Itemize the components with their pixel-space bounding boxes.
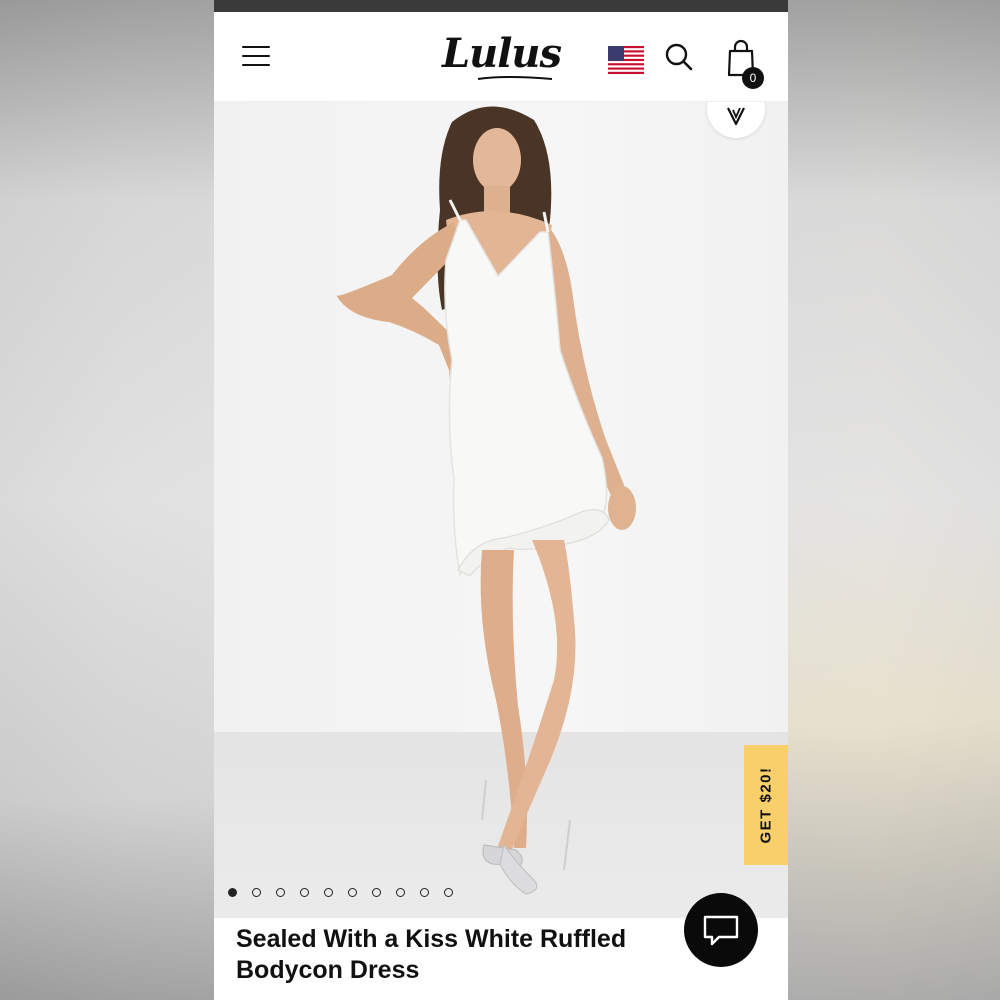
mobile-screen: Lulus 0 GET $20! Sealed With a Kiss Whit… (214, 0, 788, 1000)
pagination-dot[interactable] (396, 888, 405, 897)
product-image-gallery[interactable] (214, 80, 788, 920)
background-blur-right (788, 0, 1000, 1000)
pagination-dot[interactable] (324, 888, 333, 897)
product-photo-model (335, 106, 636, 895)
status-bar (214, 0, 788, 12)
pagination-dot[interactable] (420, 888, 429, 897)
pagination-dot[interactable] (276, 888, 285, 897)
gallery-pagination (228, 888, 453, 897)
lulus-logo[interactable]: Lulus (442, 30, 562, 77)
pagination-dot[interactable] (372, 888, 381, 897)
menu-icon[interactable] (242, 44, 272, 68)
product-title: Sealed With a Kiss White Ruffled Bodycon… (236, 925, 627, 984)
pagination-dot[interactable] (348, 888, 357, 897)
pagination-dot[interactable] (300, 888, 309, 897)
chat-button[interactable] (684, 893, 758, 967)
chat-bubble-icon (703, 915, 739, 946)
us-flag-icon[interactable] (608, 46, 644, 74)
search-icon[interactable] (664, 42, 694, 72)
promo-label: GET $20! (757, 766, 775, 844)
logo-swoosh (477, 76, 553, 80)
background-blur-left (0, 0, 214, 1000)
site-header: Lulus 0 (214, 12, 788, 102)
pagination-dot[interactable] (252, 888, 261, 897)
pagination-dot[interactable] (444, 888, 453, 897)
pagination-dot[interactable] (228, 888, 237, 897)
cart-count-badge: 0 (742, 67, 764, 89)
promo-tab[interactable]: GET $20! (744, 745, 788, 865)
